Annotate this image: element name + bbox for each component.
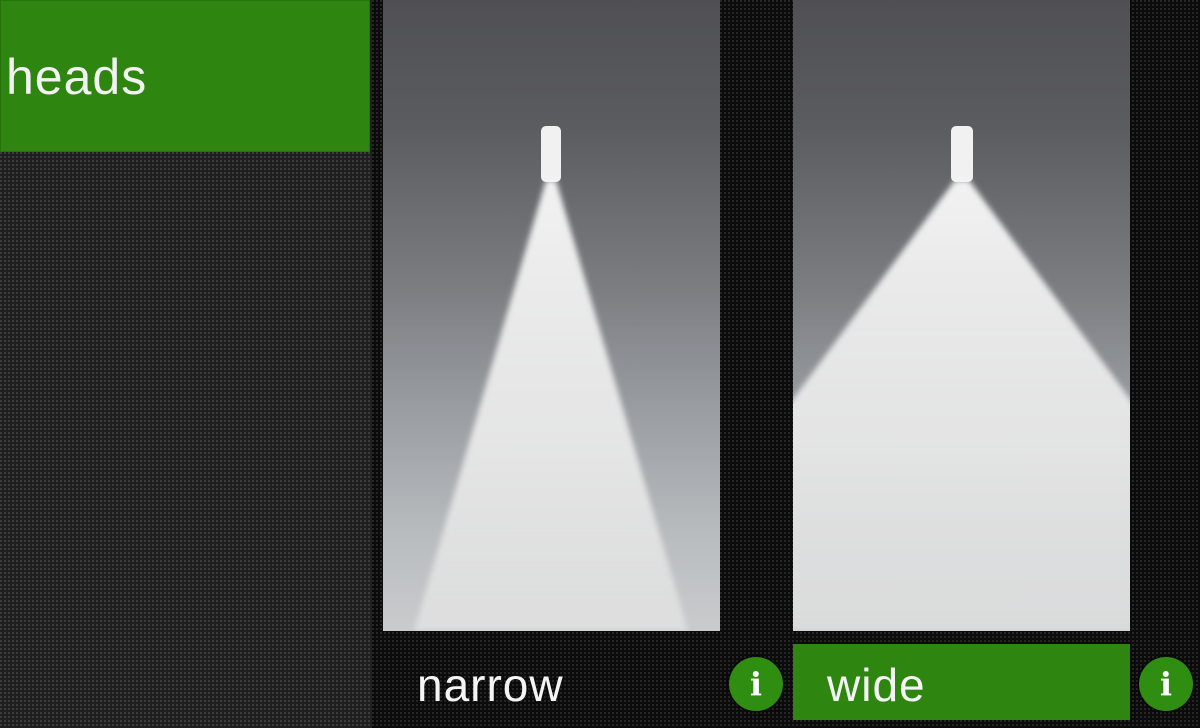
wide-option-label[interactable]: wide (793, 644, 1130, 720)
narrow-spray-option[interactable] (383, 0, 720, 631)
wide-label-text: wide (827, 659, 926, 711)
wide-spray-option[interactable] (793, 0, 1130, 631)
spray-nozzle-icon (951, 126, 973, 182)
wide-spray-cone (793, 180, 1130, 631)
spray-nozzle-icon (541, 126, 561, 182)
narrow-spray-illustration (414, 126, 688, 631)
wide-spray-illustration (793, 126, 1130, 631)
narrow-info-icon[interactable]: i (729, 657, 783, 711)
narrow-spray-cone (414, 180, 688, 631)
narrow-label-text: narrow (417, 659, 564, 711)
left-pane: heads (0, 0, 372, 728)
wide-info-icon[interactable]: i (1139, 657, 1193, 711)
app-screen: heads narrow wide i i (0, 0, 1200, 728)
heads-label: heads (6, 49, 148, 105)
narrow-option-label[interactable]: narrow (383, 644, 720, 720)
heads-tab[interactable]: heads (0, 0, 370, 152)
